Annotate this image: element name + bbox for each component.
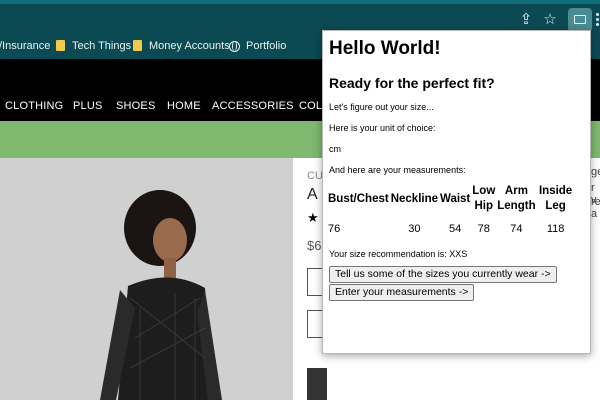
table-header: Arm Length bbox=[497, 185, 536, 212]
extension-icon[interactable] bbox=[568, 8, 592, 32]
popup-intro: Let's figure out your size... bbox=[329, 102, 434, 112]
popup-subtitle: Ready for the perfect fit? bbox=[329, 75, 495, 91]
nav-home[interactable]: HOME bbox=[167, 100, 201, 112]
bookmark-tech-things[interactable]: Tech Things bbox=[56, 40, 131, 52]
product-title: A bbox=[307, 186, 318, 203]
table-cell: 76 bbox=[328, 223, 341, 235]
folder-icon bbox=[56, 40, 65, 51]
browser-toolbar: ⇪ ☆ bbox=[0, 0, 600, 33]
bookmark-money-accounts[interactable]: Money Accounts bbox=[133, 40, 230, 52]
model-figure bbox=[0, 158, 293, 400]
bookmark-portfolio[interactable]: Portfolio bbox=[229, 40, 286, 52]
product-category: CU bbox=[307, 170, 323, 182]
product-price: $6 bbox=[307, 238, 322, 253]
side-text-3: re a bbox=[591, 196, 600, 220]
table-cell: 118 bbox=[546, 223, 565, 235]
table-cell: 74 bbox=[510, 223, 523, 235]
star-icon[interactable]: ☆ bbox=[540, 10, 560, 30]
rating-star-icon: ★ bbox=[307, 210, 319, 225]
bookmark-label: /Insurance bbox=[0, 40, 51, 52]
unit-label: Here is your unit of choice: bbox=[329, 123, 436, 133]
side-text-1: ge bbox=[591, 166, 600, 178]
extension-popup: Hello World! Ready for the perfect fit? … bbox=[322, 30, 591, 354]
nav-clothing[interactable]: CLOTHING bbox=[5, 100, 63, 112]
size-recommendation: Your size recommendation is: XXS bbox=[329, 249, 468, 259]
nav-shoes[interactable]: SHOES bbox=[116, 100, 156, 112]
table-header: Inside Leg bbox=[538, 185, 573, 212]
table-row: 76 30 54 78 74 118 bbox=[327, 214, 575, 235]
unit-value: cm bbox=[329, 144, 341, 154]
table-cell: 30 bbox=[408, 223, 421, 235]
product-image[interactable] bbox=[0, 158, 293, 400]
more-menu-icon[interactable] bbox=[596, 13, 599, 27]
table-header: Waist bbox=[440, 192, 471, 205]
table-header: Neckline bbox=[390, 192, 439, 205]
nav-plus[interactable]: PLUS bbox=[73, 100, 103, 112]
add-to-cart-button[interactable] bbox=[307, 368, 327, 400]
enter-measurements-button[interactable]: Enter your measurements -> bbox=[329, 284, 475, 301]
share-icon[interactable]: ⇪ bbox=[516, 10, 536, 30]
bookmark-label: Portfolio bbox=[246, 40, 287, 52]
nav-collections[interactable]: COL bbox=[299, 100, 322, 112]
measurements-label: And here are your measurements: bbox=[329, 165, 466, 175]
table-header: Low Hip bbox=[472, 185, 496, 212]
table-cell: 78 bbox=[477, 223, 490, 235]
tell-sizes-button[interactable]: Tell us some of the sizes you currently … bbox=[329, 266, 557, 283]
folder-icon bbox=[133, 40, 142, 51]
nav-accessories[interactable]: ACCESSORIES bbox=[212, 100, 294, 112]
bookmark-label: Money Accounts bbox=[149, 40, 230, 52]
table-header: Bust/Chest bbox=[328, 192, 389, 205]
globe-icon bbox=[229, 41, 240, 52]
table-cell: 54 bbox=[449, 223, 462, 235]
bookmark-insurance[interactable]: /Insurance bbox=[0, 40, 50, 52]
popup-title: Hello World! bbox=[329, 38, 441, 59]
bookmark-label: Tech Things bbox=[72, 40, 132, 52]
measurements-table: Bust/Chest Neckline Waist Low Hip Arm Le… bbox=[327, 184, 575, 235]
